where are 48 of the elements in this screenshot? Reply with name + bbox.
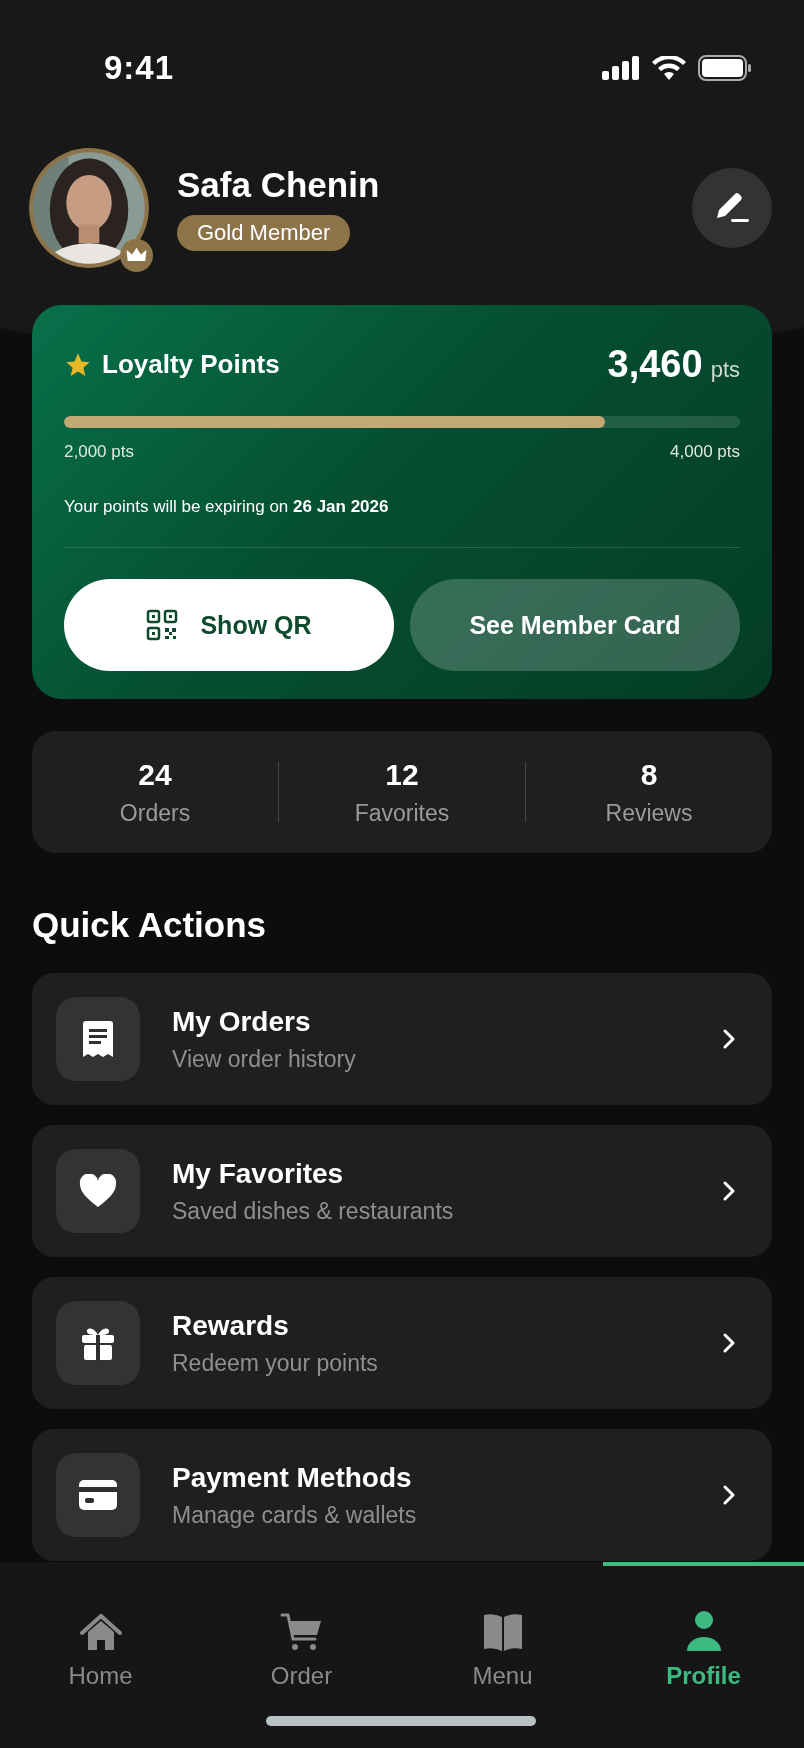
chevron-right-icon — [722, 1332, 736, 1354]
stat-label: Reviews — [605, 799, 693, 827]
action-row[interactable]: My Orders View order history — [32, 973, 772, 1105]
action-row[interactable]: Rewards Redeem your points — [32, 1277, 772, 1409]
stat-label: Favorites — [354, 799, 450, 827]
action-title: Payment Methods — [172, 1461, 413, 1494]
tab-bar-item[interactable]: Home — [0, 1562, 201, 1702]
tab-bar-item[interactable]: Profile — [603, 1562, 804, 1702]
stat-value: 12 — [385, 757, 419, 792]
chevron-right-icon — [722, 1028, 736, 1050]
receipt-icon — [81, 1020, 115, 1058]
action-row[interactable]: My Favorites Saved dishes & restaurants — [32, 1125, 772, 1257]
user-name: Safa Chenin — [177, 165, 380, 205]
action-title: My Orders — [172, 1005, 312, 1038]
chevron-right-icon — [722, 1484, 736, 1506]
min-points-label: 2,000 pts — [64, 442, 134, 462]
wifi-icon — [652, 56, 686, 80]
heart-icon — [79, 1174, 117, 1208]
stat-label: Orders — [119, 799, 191, 827]
crown-icon — [120, 239, 153, 272]
action-title: My Favorites — [172, 1157, 345, 1190]
stat-value: 8 — [640, 757, 658, 792]
section-title: Quick Actions — [32, 905, 268, 945]
action-subtitle: View order history — [172, 1045, 357, 1073]
member-card-button[interactable]: See Member Card — [410, 579, 740, 671]
action-subtitle: Saved dishes & restaurants — [172, 1197, 455, 1225]
home-icon — [78, 1612, 123, 1652]
action-subtitle: Redeem your points — [172, 1349, 379, 1377]
action-title: Rewards — [172, 1309, 290, 1342]
signal-icon — [602, 56, 640, 80]
points-value: 3,460 — [607, 343, 703, 386]
tab-bar-item[interactable]: Menu — [402, 1562, 603, 1702]
max-points-label: 4,000 pts — [670, 442, 740, 462]
member-badge: Gold Member — [177, 215, 351, 251]
credit-card-icon — [78, 1479, 118, 1511]
points-unit: pts — [710, 357, 740, 383]
status-time: 9:41 — [104, 49, 175, 87]
stat-value: 24 — [138, 757, 172, 792]
loyalty-title: Loyalty Points — [102, 349, 280, 380]
battery-icon — [698, 55, 752, 81]
action-subtitle: Manage cards & wallets — [172, 1501, 418, 1529]
tab-bar-item[interactable]: Order — [201, 1562, 402, 1702]
cart-icon — [279, 1612, 324, 1652]
qr-code-icon — [146, 609, 179, 641]
expiry-text: Your points will be expiring on 26 Jan 2026 — [64, 497, 390, 517]
chevron-right-icon — [722, 1180, 736, 1202]
action-row[interactable]: Payment Methods Manage cards & wallets — [32, 1429, 772, 1561]
show-qr-button[interactable]: Show QR — [64, 579, 394, 671]
